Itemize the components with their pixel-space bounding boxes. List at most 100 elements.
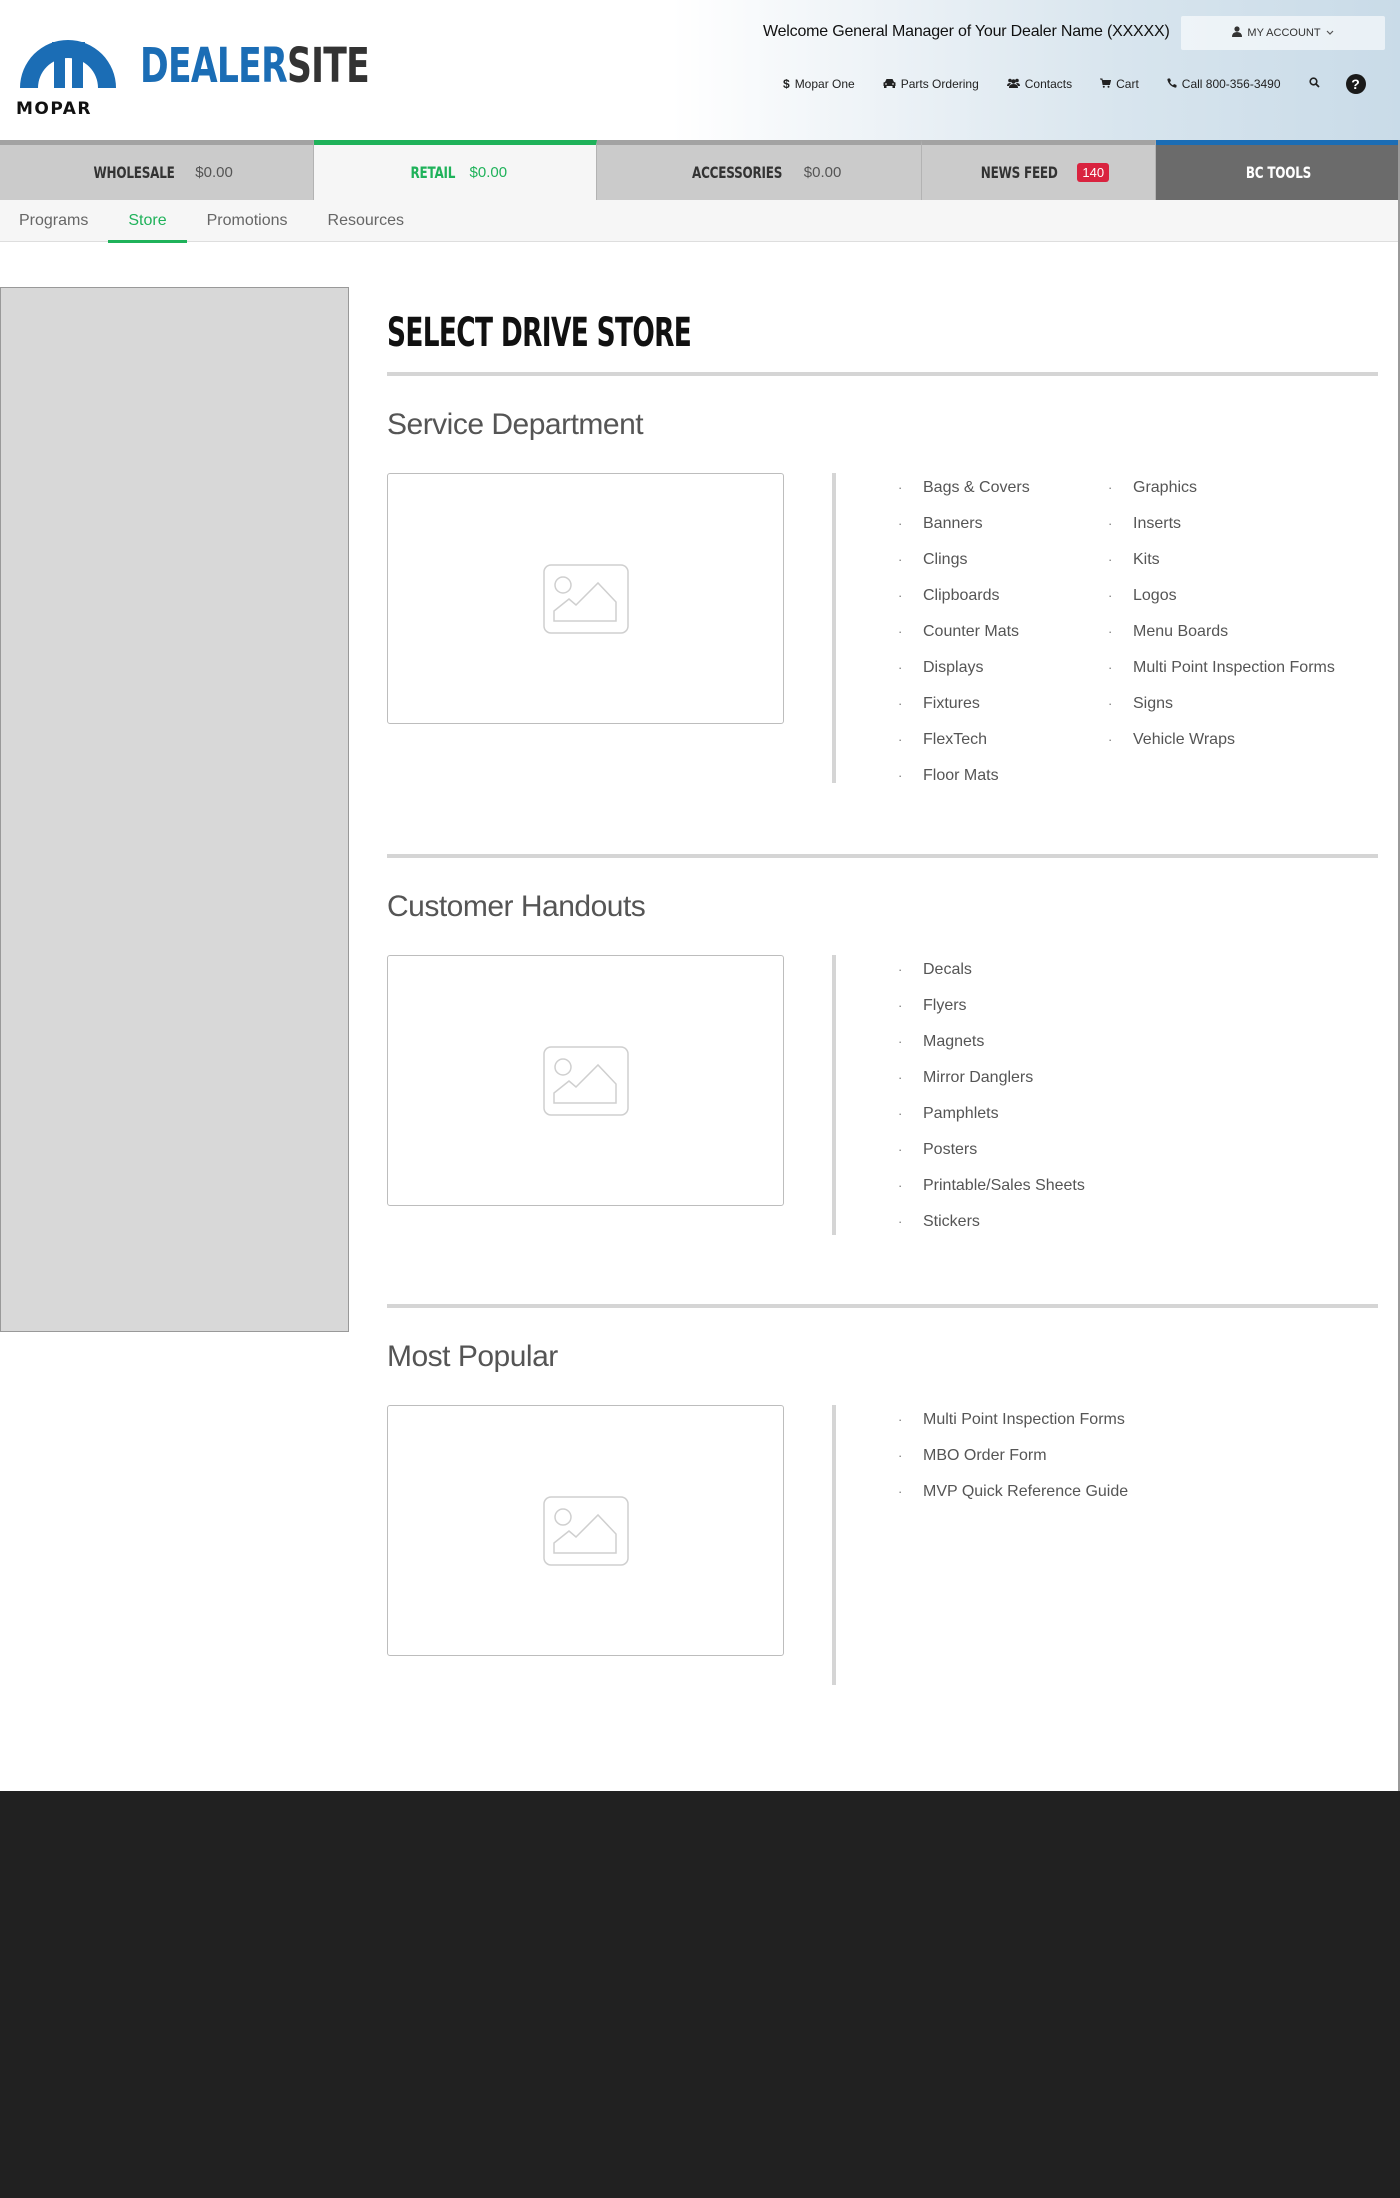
category-link[interactable]: · Menu Boards (1108, 622, 1335, 658)
category-link[interactable]: · Decals (898, 960, 1085, 996)
subnav-label: Resources (327, 212, 405, 229)
bullet-icon: · (898, 1106, 903, 1121)
category-label: Clipboards (923, 587, 1000, 604)
news-count-badge: 140 (1077, 163, 1110, 182)
subnav-resources[interactable]: Resources (308, 200, 424, 242)
category-link[interactable]: · Multi Point Inspection Forms (1108, 658, 1335, 694)
category-label: Banners (923, 515, 983, 532)
util-label: Mopar One (794, 77, 855, 91)
subnav-promotions[interactable]: Promotions (187, 200, 308, 242)
category-link[interactable]: · Fixtures (898, 694, 1030, 730)
category-link[interactable]: · Posters (898, 1140, 1085, 1176)
tab-news-feed[interactable]: NEWS FEED 140 (922, 140, 1156, 200)
util-cart[interactable]: Cart (1100, 77, 1139, 91)
search-icon (1308, 77, 1320, 91)
tab-label: WHOLESALE (93, 163, 175, 182)
category-link[interactable]: · Graphics (1108, 478, 1335, 514)
category-label: Vehicle Wraps (1133, 731, 1235, 748)
category-link[interactable]: · Inserts (1108, 514, 1335, 550)
section-title[interactable]: Most Popular (387, 1340, 558, 1374)
category-label: MVP Quick Reference Guide (923, 1483, 1129, 1500)
category-link[interactable]: · Pamphlets (898, 1104, 1085, 1140)
util-label: Cart (1116, 77, 1139, 91)
dollar-icon: $ (783, 77, 790, 91)
category-link[interactable]: · Banners (898, 514, 1030, 550)
category-link[interactable]: · Floor Mats (898, 766, 1030, 802)
mopar-logo[interactable]: MOPAR (14, 12, 124, 120)
category-link[interactable]: · FlexTech (898, 730, 1030, 766)
category-link[interactable]: · Signs (1108, 694, 1335, 730)
category-label: Magnets (923, 1033, 985, 1050)
category-link[interactable]: · Printable/Sales Sheets (898, 1176, 1085, 1212)
subnav-store[interactable]: Store (108, 200, 187, 243)
tab-wholesale[interactable]: WHOLESALE $0.00 (0, 140, 314, 200)
subnav-label: Programs (19, 212, 89, 229)
category-link[interactable]: · Flyers (898, 996, 1085, 1032)
category-link[interactable]: · Magnets (898, 1032, 1085, 1068)
brand-site: SITE (286, 38, 370, 94)
bullet-icon: · (1108, 624, 1113, 639)
help-icon[interactable]: ? (1345, 74, 1366, 94)
bullet-icon: · (898, 516, 903, 531)
category-link[interactable]: · Stickers (898, 1212, 1085, 1248)
section-divider (832, 955, 836, 1235)
search-button[interactable] (1308, 77, 1320, 91)
bullet-icon: · (898, 552, 903, 567)
phone-icon (1167, 77, 1177, 91)
category-link[interactable]: · Clipboards (898, 586, 1030, 622)
bullet-icon: · (898, 1484, 903, 1499)
brand-dealer: DEALER (140, 38, 288, 94)
util-label: Parts Ordering (900, 77, 979, 91)
image-placeholder-icon (542, 1495, 629, 1566)
category-link[interactable]: · Displays (898, 658, 1030, 694)
util-mopar-one[interactable]: $ Mopar One (783, 77, 855, 91)
category-list: · Decals · Flyers · Magnets · Mirror Danglers · P… (898, 960, 1085, 1248)
my-account-button[interactable]: MY ACCOUNT (1181, 16, 1385, 50)
bullet-icon: · (898, 1214, 903, 1229)
category-link[interactable]: · Mirror Danglers (898, 1068, 1085, 1104)
sub-nav: Programs Store Promotions Resources (0, 200, 1400, 243)
category-label: Floor Mats (923, 767, 999, 784)
category-link[interactable]: · Multi Point Inspection Forms (898, 1410, 1128, 1446)
tab-bc-tools[interactable]: BC TOOLS (1156, 140, 1400, 200)
bullet-icon: · (898, 732, 903, 747)
category-label: Signs (1133, 695, 1174, 712)
section-title[interactable]: Service Department (387, 408, 644, 442)
category-label: Posters (923, 1141, 978, 1158)
bullet-icon: · (898, 1412, 903, 1427)
subnav-programs[interactable]: Programs (0, 200, 108, 242)
tab-accessories[interactable]: ACCESSORIES $0.00 (597, 140, 922, 200)
category-link[interactable]: · Counter Mats (898, 622, 1030, 658)
category-link[interactable]: · Bags & Covers (898, 478, 1030, 514)
util-parts-ordering[interactable]: Parts Ordering (883, 77, 979, 91)
tab-label: BC TOOLS (1245, 163, 1311, 182)
category-link[interactable]: · Kits (1108, 550, 1335, 586)
util-phone[interactable]: Call 800-356-3490 (1167, 77, 1281, 91)
dealersite-brand[interactable]: DEALERSITE (140, 38, 370, 94)
category-link[interactable]: · Clings (898, 550, 1030, 586)
section-divider (832, 473, 836, 783)
category-link[interactable]: · Logos (1108, 586, 1335, 622)
section-title[interactable]: Customer Handouts (387, 890, 646, 924)
bullet-icon: · (898, 624, 903, 639)
main-tabs: WHOLESALE $0.00 RETAIL $0.00 ACCESSORIES… (0, 140, 1400, 200)
section-image[interactable] (387, 1405, 784, 1656)
tab-retail[interactable]: RETAIL $0.00 (314, 140, 597, 200)
section-customer-handouts: Customer Handouts · Decals · Flyers · Magnets… (387, 858, 1378, 1304)
category-link[interactable]: · Vehicle Wraps (1108, 730, 1335, 766)
category-link[interactable]: · MBO Order Form (898, 1446, 1128, 1482)
bullet-icon: · (1108, 660, 1113, 675)
bullet-icon: · (898, 1448, 903, 1463)
category-label: Pamphlets (923, 1105, 999, 1122)
bullet-icon: · (898, 1070, 903, 1085)
bullet-icon: · (898, 1142, 903, 1157)
bullet-icon: · (898, 588, 903, 603)
category-label: Mirror Danglers (923, 1069, 1034, 1086)
bullet-icon: · (898, 660, 903, 675)
util-contacts[interactable]: Contacts (1006, 77, 1072, 91)
category-link[interactable]: · MVP Quick Reference Guide (898, 1482, 1128, 1518)
category-label: Flyers (923, 997, 967, 1014)
category-label: Stickers (923, 1213, 980, 1230)
section-image[interactable] (387, 473, 784, 724)
section-image[interactable] (387, 955, 784, 1206)
